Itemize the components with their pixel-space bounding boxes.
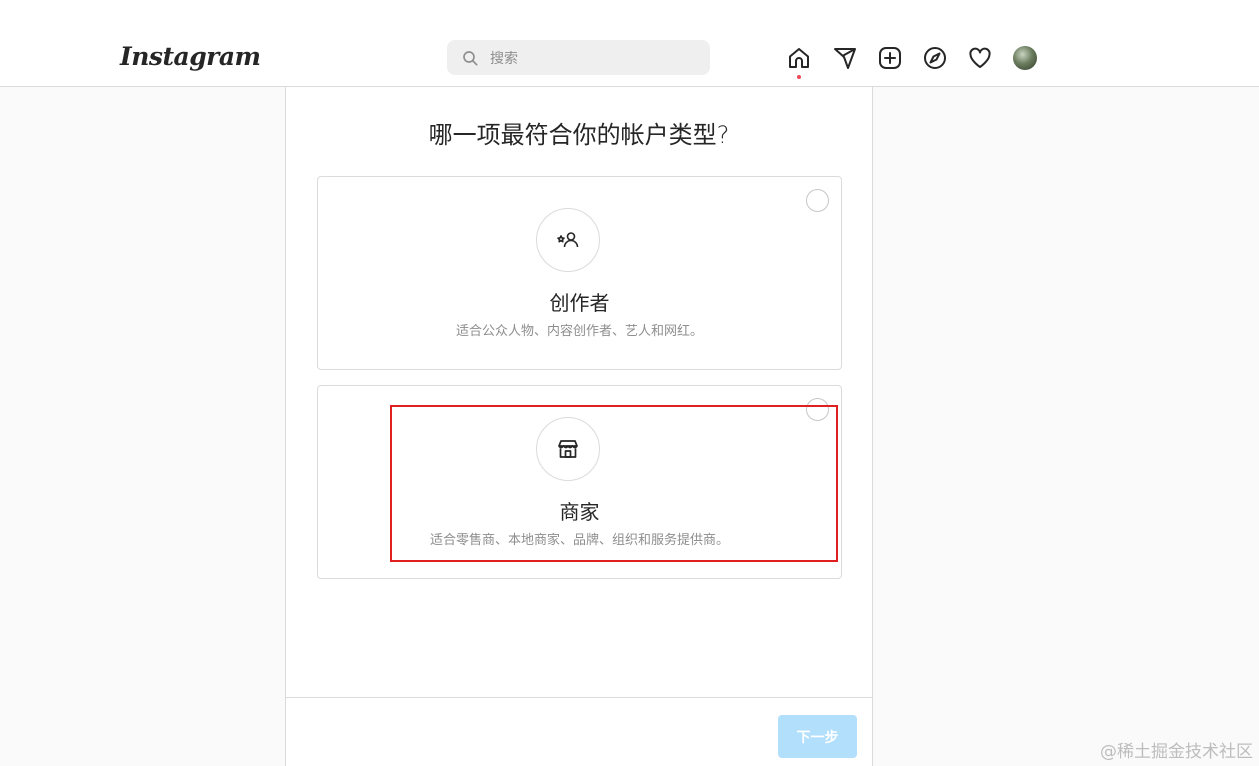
home-icon[interactable] xyxy=(786,45,812,71)
explore-icon[interactable] xyxy=(922,45,948,71)
dialog-title: 哪一项最符合你的帐户类型? xyxy=(428,121,730,149)
instagram-logo[interactable]: Instagram xyxy=(120,42,261,71)
search-box[interactable]: 搜索 xyxy=(447,40,710,75)
business-description: 适合零售商、本地商家、品牌、组织和服务提供商。 xyxy=(429,533,729,548)
search-input-placeholder[interactable]: 搜索 xyxy=(490,48,518,68)
creator-icon-circle xyxy=(536,208,600,272)
option-business[interactable]: 商家 适合零售商、本地商家、品牌、组织和服务提供商。 xyxy=(317,385,842,579)
shop-icon xyxy=(558,440,578,458)
top-navigation-bar: Instagram 搜索 xyxy=(0,0,1259,87)
profile-avatar[interactable] xyxy=(1013,46,1037,70)
watermark: @稀土掘金技术社区 xyxy=(1100,742,1253,762)
business-title: 商家 xyxy=(559,500,600,524)
direct-message-icon[interactable] xyxy=(832,45,858,71)
option-creator[interactable]: 创作者 适合公众人物、内容创作者、艺人和网红。 xyxy=(317,176,842,370)
creator-icon xyxy=(557,232,579,248)
next-button[interactable]: 下一步 xyxy=(778,715,857,758)
dialog-footer: 下一步 xyxy=(286,697,872,766)
search-icon xyxy=(463,50,478,65)
business-icon-circle xyxy=(536,417,600,481)
home-active-indicator xyxy=(797,75,801,79)
account-type-dialog: 哪一项最符合你的帐户类型? 创作者 适合公众人物、内容创作者、艺人和网红。 商家… xyxy=(285,87,873,766)
creator-radio[interactable] xyxy=(806,189,829,212)
creator-title: 创作者 xyxy=(549,291,610,315)
business-radio[interactable] xyxy=(806,398,829,421)
activity-heart-icon[interactable] xyxy=(967,45,993,71)
creator-description: 适合公众人物、内容创作者、艺人和网红。 xyxy=(455,324,703,339)
new-post-icon[interactable] xyxy=(877,45,903,71)
